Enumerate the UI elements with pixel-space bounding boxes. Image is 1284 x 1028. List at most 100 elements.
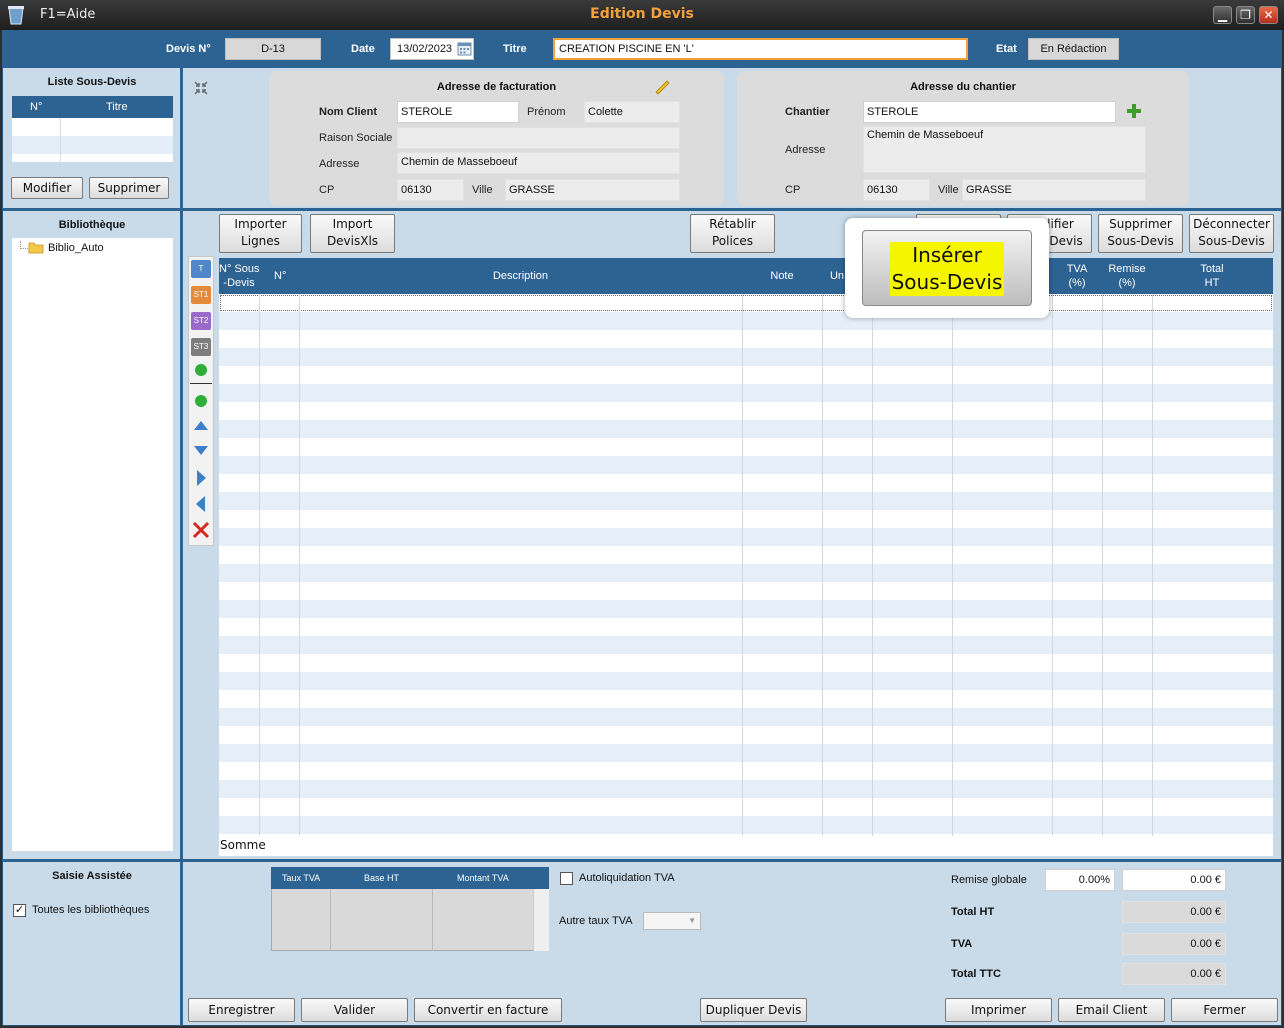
chantier-label: Chantier [785,106,830,118]
total-ttc-label: Total TTC [951,968,1001,980]
library-tree[interactable] [12,238,173,851]
insert-st1-icon[interactable]: ST1 [191,286,211,304]
table-row[interactable] [219,636,1273,654]
tooltip-line2: Sous-Devis [891,270,1003,294]
pencil-icon[interactable] [653,79,671,95]
minimize-button[interactable]: ▁ [1213,6,1232,24]
top-section-divider[interactable] [2,208,1282,211]
table-row[interactable] [219,528,1273,546]
column-separator [822,294,823,836]
enregistrer-button[interactable]: Enregistrer [188,998,295,1022]
selected-row[interactable] [220,295,1272,311]
library-item-biblio-auto[interactable]: Biblio_Auto [48,242,104,254]
remise-pct-input[interactable]: 0.00% [1045,869,1115,891]
column-separator [1152,294,1153,836]
total-ht-label: Total HT [951,906,995,918]
insert-title-icon[interactable]: T [191,260,211,278]
column-separator [432,889,433,951]
sous-devis-col-num: N° [30,101,43,113]
table-row[interactable] [219,492,1273,510]
titre-input[interactable]: CREATION PISCINE EN 'L' [553,38,968,60]
column-separator [60,118,61,162]
site-adresse-label: Adresse [785,144,826,156]
supprimer-sous-devis-list-button[interactable]: Supprimer [89,177,169,199]
devis-number-label: Devis N° [166,43,211,55]
move-down-icon[interactable] [193,445,209,457]
table-row[interactable] [219,672,1273,690]
all-libraries-label: Toutes les bibliothèques [32,904,150,916]
move-up-icon[interactable] [193,419,209,431]
modifier-sous-devis-list-button[interactable]: Modifier [11,177,83,199]
site-ville-label: Ville [938,184,959,196]
email-client-button[interactable]: Email Client [1058,998,1165,1022]
bottom-section-divider[interactable] [2,859,1282,862]
grid-rows [219,294,1273,836]
autre-taux-label: Autre taux TVA [559,915,633,927]
table-row[interactable] [219,600,1273,618]
billing-cp-input[interactable]: 06130 [397,179,464,201]
left-column-divider[interactable] [180,68,183,1026]
site-cp-input[interactable]: 06130 [863,179,930,201]
remise-value-input[interactable]: 0.00 € [1122,869,1226,891]
chantier-input[interactable]: STEROLE [863,101,1116,123]
etat-field: En Rédaction [1028,38,1119,60]
table-row[interactable] [12,136,173,154]
table-row[interactable] [219,420,1273,438]
supprimer-sous-devis-button[interactable]: Supprimer Sous-Devis [1098,214,1183,253]
raison-sociale-input[interactable] [397,127,680,149]
importer-lignes-button[interactable]: Importer Lignes [219,214,302,253]
indent-right-icon[interactable] [195,469,207,487]
indent-left-icon[interactable] [195,495,207,513]
tva-table-scrollbar[interactable] [533,889,549,951]
green-dot-icon[interactable] [194,394,208,408]
nom-client-input[interactable]: STEROLE [397,101,519,123]
table-row[interactable] [219,816,1273,834]
col-num-header: N° [274,270,287,282]
close-button[interactable]: ✕ [1259,6,1278,24]
import-devisxls-button[interactable]: Import DevisXls [310,214,395,253]
table-row[interactable] [219,312,1273,330]
billing-adresse-input[interactable]: Chemin de Masseboeuf [397,152,680,174]
collapse-icon[interactable] [193,80,209,96]
retablir-line1: Rétablir [709,217,756,231]
insert-st2-icon[interactable]: ST2 [191,312,211,330]
insert-st3-icon[interactable]: ST3 [191,338,211,356]
retablir-polices-button[interactable]: Rétablir Polices [690,214,775,253]
sous-devis-table[interactable]: N° Titre [12,96,173,162]
site-address-title: Adresse du chantier [910,81,1016,93]
autre-taux-select[interactable]: ▼ [643,912,701,930]
dupliquer-devis-button[interactable]: Dupliquer Devis [700,998,807,1022]
table-row[interactable] [219,456,1273,474]
sous-devis-list-title: Liste Sous-Devis [47,76,137,88]
delete-icon[interactable] [192,521,210,539]
calendar-icon[interactable] [457,41,472,56]
importer-line2: Lignes [241,234,280,248]
billing-ville-input[interactable]: GRASSE [505,179,680,201]
fermer-button[interactable]: Fermer [1171,998,1278,1022]
prenom-input[interactable]: Colette [584,101,680,123]
site-ville-input[interactable]: GRASSE [962,179,1146,201]
table-row[interactable] [219,780,1273,798]
billing-adresse-label: Adresse [319,158,360,170]
autoliquidation-checkbox[interactable] [560,872,573,885]
deconnecter-sous-devis-button[interactable]: Déconnecter Sous-Devis [1189,214,1274,253]
import-line1: Import [332,217,373,231]
table-row[interactable] [219,744,1273,762]
table-row[interactable] [219,708,1273,726]
all-libraries-checkbox[interactable]: ✓ [13,904,26,917]
imprimer-button[interactable]: Imprimer [945,998,1052,1022]
table-row[interactable] [219,348,1273,366]
etat-label: Etat [996,43,1017,55]
raison-sociale-label: Raison Sociale [319,132,393,144]
site-adresse-input[interactable]: Chemin de Masseboeuf [863,126,1146,173]
sous-devis-col-titre: Titre [106,101,128,113]
table-row[interactable] [219,384,1273,402]
convertir-facture-button[interactable]: Convertir en facture [414,998,562,1022]
green-dot-icon[interactable] [194,363,208,377]
maximize-button[interactable]: ❐ [1236,6,1255,24]
nom-client-label: Nom Client [319,106,378,118]
valider-button[interactable]: Valider [301,998,408,1022]
add-icon[interactable] [1126,103,1142,119]
table-row[interactable] [219,564,1273,582]
supprimer-line2: Sous-Devis [1107,234,1174,248]
